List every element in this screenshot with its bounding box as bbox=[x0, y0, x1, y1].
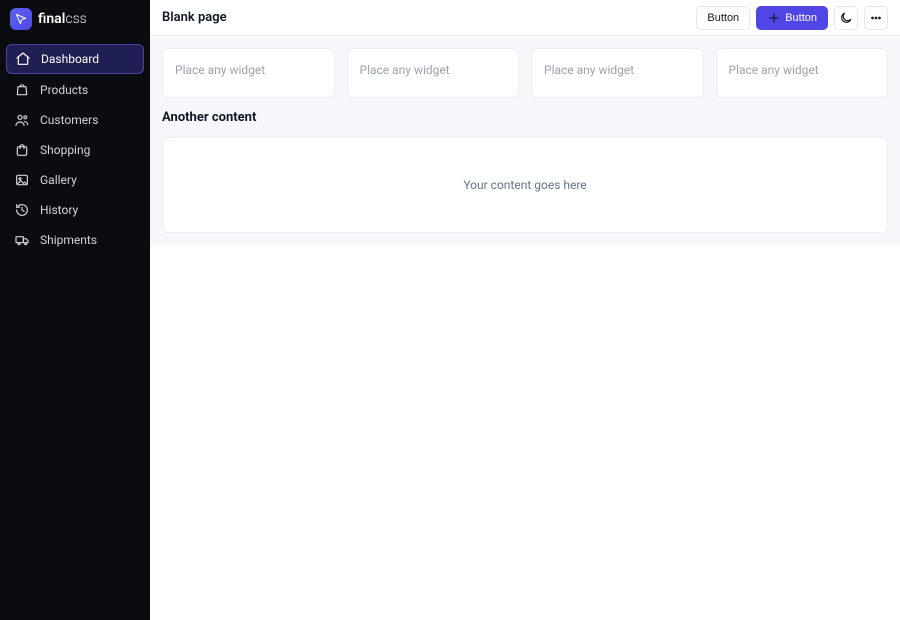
widget-row: Place any widget Place any widget Place … bbox=[162, 48, 888, 98]
main: Blank page Button Button Place any widge… bbox=[150, 0, 900, 620]
content-placeholder: Your content goes here bbox=[175, 178, 875, 192]
sidebar-nav: Dashboard Products Customers Shopping Ga… bbox=[0, 38, 150, 260]
sidebar-item-dashboard[interactable]: Dashboard bbox=[6, 44, 144, 74]
sidebar: finalcss Dashboard Products Customers Sh… bbox=[0, 0, 150, 620]
sidebar-item-shopping[interactable]: Shopping bbox=[6, 136, 144, 164]
brand-logo[interactable]: finalcss bbox=[0, 0, 150, 38]
theme-toggle-button[interactable] bbox=[834, 6, 858, 30]
sidebar-item-customers[interactable]: Customers bbox=[6, 106, 144, 134]
page-title: Blank page bbox=[162, 10, 227, 25]
bag-icon bbox=[14, 82, 30, 98]
plus-icon bbox=[767, 11, 781, 25]
brand-name: finalcss bbox=[38, 11, 87, 27]
widget-slot[interactable]: Place any widget bbox=[162, 48, 335, 98]
sidebar-item-gallery[interactable]: Gallery bbox=[6, 166, 144, 194]
header-actions: Button Button bbox=[696, 6, 888, 30]
sidebar-item-label: Shipments bbox=[40, 233, 97, 247]
moon-icon bbox=[839, 11, 853, 25]
sidebar-item-label: Customers bbox=[40, 113, 98, 127]
widget-slot[interactable]: Place any widget bbox=[716, 48, 889, 98]
sidebar-item-label: Shopping bbox=[40, 143, 90, 157]
widget-placeholder: Place any widget bbox=[729, 63, 876, 77]
more-button[interactable] bbox=[864, 6, 888, 30]
sidebar-item-label: Products bbox=[40, 83, 88, 97]
secondary-button[interactable]: Button bbox=[696, 6, 750, 30]
section-title: Another content bbox=[162, 110, 888, 125]
button-label: Button bbox=[785, 12, 817, 24]
content-frame[interactable]: Your content goes here bbox=[162, 137, 888, 233]
button-label: Button bbox=[707, 12, 739, 24]
sidebar-item-label: Dashboard bbox=[41, 52, 99, 66]
sidebar-item-history[interactable]: History bbox=[6, 196, 144, 224]
image-icon bbox=[14, 172, 30, 188]
content-area: Place any widget Place any widget Place … bbox=[150, 36, 900, 245]
page-header: Blank page Button Button bbox=[150, 0, 900, 36]
sidebar-item-products[interactable]: Products bbox=[6, 76, 144, 104]
widget-slot[interactable]: Place any widget bbox=[531, 48, 704, 98]
widget-placeholder: Place any widget bbox=[360, 63, 507, 77]
cursor-icon bbox=[10, 8, 32, 30]
home-icon bbox=[15, 51, 31, 67]
widget-placeholder: Place any widget bbox=[544, 63, 691, 77]
sidebar-item-label: Gallery bbox=[40, 173, 77, 187]
widget-placeholder: Place any widget bbox=[175, 63, 322, 77]
more-horizontal-icon bbox=[869, 11, 883, 25]
primary-button[interactable]: Button bbox=[756, 6, 828, 30]
history-icon bbox=[14, 202, 30, 218]
shopping-bag-icon bbox=[14, 142, 30, 158]
sidebar-item-shipments[interactable]: Shipments bbox=[6, 226, 144, 254]
sidebar-item-label: History bbox=[40, 203, 78, 217]
truck-icon bbox=[14, 232, 30, 248]
widget-slot[interactable]: Place any widget bbox=[347, 48, 520, 98]
users-icon bbox=[14, 112, 30, 128]
